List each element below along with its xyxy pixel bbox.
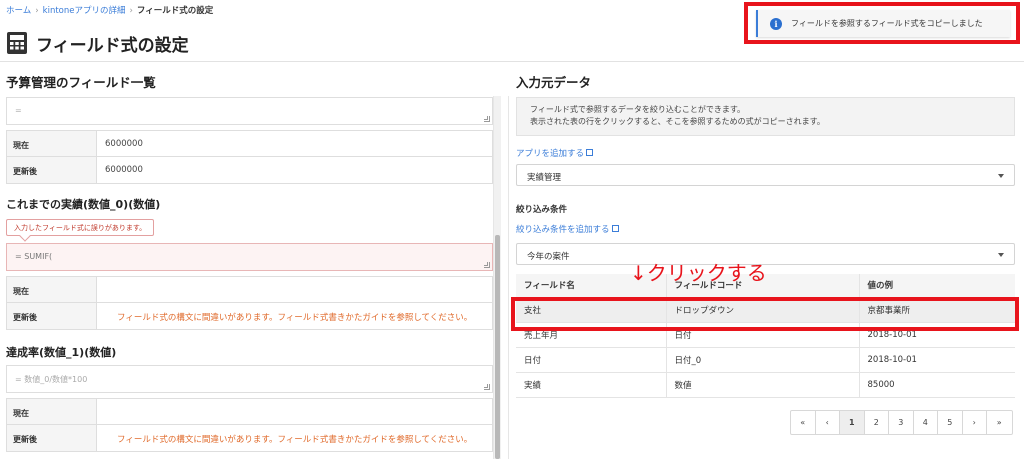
- pager-first-button[interactable]: «: [791, 411, 816, 434]
- formula-text: =: [15, 106, 22, 115]
- filter-label: 絞り込み条件: [516, 205, 568, 215]
- field-heading-3: 達成率(数値_1)(数値): [6, 346, 117, 359]
- row-value: [97, 399, 492, 424]
- right-panel-heading: 入力元データ: [516, 75, 592, 90]
- table-cell: 2018-10-01: [859, 322, 1015, 348]
- field-heading-2: これまでの実績(数値_0)(数値): [6, 198, 161, 211]
- resize-handle-icon[interactable]: [484, 384, 490, 390]
- table-row[interactable]: 売上年月 日付 2018-10-01: [516, 322, 1015, 348]
- header-divider: [0, 61, 1024, 62]
- description-box: フィールド式で参照するデータを絞り込むことができます。 表示された表の行をクリッ…: [516, 97, 1015, 136]
- row-value: 6000000: [105, 139, 143, 149]
- formula-input-3[interactable]: = 数値_0/数値*100: [6, 365, 493, 393]
- toast-highlight-box: [744, 2, 1020, 44]
- source-data-table: フィールド名 フィールドコード 値の例 支社 ドロップダウン 京都事業所 売上年…: [516, 274, 1015, 398]
- row-label: 更新後: [7, 303, 97, 329]
- breadcrumb-current: フィールド式の設定: [136, 6, 214, 16]
- description-line: 表示された表の行をクリックすると、そこを参照するための式がコピーされます。: [530, 117, 825, 126]
- formula-input-1[interactable]: =: [6, 97, 493, 125]
- add-filter-link[interactable]: 絞り込み条件を追加する: [516, 223, 619, 235]
- pager-page-2[interactable]: 2: [865, 411, 889, 434]
- table-row: 更新後 6000000: [7, 157, 492, 183]
- table-row: 現在 6000000: [7, 131, 492, 157]
- table-row: 更新後 フィールド式の構文に間違いがあります。フィールド式書きかたガイドを参照して…: [7, 303, 492, 329]
- table-cell: 京都事業所: [859, 297, 1015, 323]
- pager-page-4[interactable]: 4: [914, 411, 938, 434]
- chevron-down-icon: [998, 174, 1004, 178]
- pager-page-5[interactable]: 5: [938, 411, 963, 434]
- formula-input-2[interactable]: = SUMIF(: [6, 243, 493, 271]
- pager-last-button[interactable]: »: [987, 411, 1012, 434]
- table-cell: 数値: [666, 372, 860, 398]
- table-row: 現在: [7, 399, 492, 425]
- left-panel-heading: 予算管理のフィールド一覧: [6, 75, 156, 90]
- breadcrumb-separator: ›: [129, 6, 133, 16]
- table-cell: 支社: [516, 297, 667, 323]
- row-value: [97, 277, 492, 302]
- row-label: 更新後: [7, 157, 97, 183]
- value-table-2: 現在 更新後 フィールド式の構文に間違いがあります。フィールド式書きかたガイドを参…: [6, 276, 493, 330]
- column-header: 値の例: [859, 274, 1015, 298]
- breadcrumb-detail-link[interactable]: kintoneアプリの詳細: [43, 6, 126, 16]
- pager-page-3[interactable]: 3: [889, 411, 914, 434]
- row-label: 現在: [7, 277, 97, 302]
- table-cell: 85000: [859, 372, 1015, 398]
- table-row: 更新後 フィールド式の構文に間違いがあります。フィールド式書きかたガイドを参照して…: [7, 425, 492, 451]
- breadcrumb-separator: ›: [35, 6, 39, 16]
- app-select[interactable]: 実績管理: [516, 164, 1015, 186]
- chevron-down-icon: [998, 253, 1004, 257]
- calculator-icon: [7, 32, 27, 54]
- pager-page-1[interactable]: 1: [840, 411, 865, 434]
- row-error-value: フィールド式の構文に間違いがあります。フィールド式書きかたガイドを参照してくださ…: [117, 313, 473, 323]
- click-annotation: ↓クリックする: [630, 261, 767, 285]
- pagination: « ‹ 1 2 3 4 5 › »: [790, 410, 1013, 435]
- link-text: 絞り込み条件を追加する: [516, 225, 610, 235]
- row-label: 現在: [7, 399, 97, 424]
- resize-handle-icon[interactable]: [484, 262, 490, 268]
- table-row: 現在: [7, 277, 492, 303]
- formula-text: = SUMIF(: [15, 252, 53, 261]
- table-cell: 日付_0: [666, 347, 860, 373]
- table-cell: 売上年月: [516, 322, 667, 348]
- table-cell: 実績: [516, 372, 667, 398]
- table-cell: ドロップダウン: [666, 297, 860, 323]
- row-label: 現在: [7, 131, 97, 156]
- select-value: 実績管理: [527, 173, 562, 183]
- scrollbar-thumb[interactable]: [495, 235, 500, 459]
- description-line: フィールド式で参照するデータを絞り込むことができます。: [530, 105, 746, 114]
- table-row[interactable]: 日付 日付_0 2018-10-01: [516, 347, 1015, 373]
- add-app-link[interactable]: アプリを追加する: [516, 147, 594, 159]
- table-cell: 日付: [516, 347, 667, 373]
- breadcrumb: ホーム › kintoneアプリの詳細 › フィールド式の設定: [6, 4, 213, 16]
- external-link-icon: [586, 149, 594, 156]
- page-header: フィールド式の設定: [6, 28, 189, 58]
- page-title: フィールド式の設定: [36, 35, 189, 56]
- resize-handle-icon[interactable]: [484, 116, 490, 122]
- external-link-icon: [611, 225, 619, 232]
- error-tooltip: 入力したフィールド式に誤りがあります。: [6, 219, 155, 236]
- row-error-value: フィールド式の構文に間違いがあります。フィールド式書きかたガイドを参照してくださ…: [117, 435, 473, 445]
- breadcrumb-home-link[interactable]: ホーム: [6, 6, 31, 16]
- table-cell: 日付: [666, 322, 860, 348]
- table-row[interactable]: 支社 ドロップダウン 京都事業所: [516, 297, 1015, 323]
- formula-text: = 数値_0/数値*100: [15, 375, 88, 384]
- value-table-1: 現在 6000000 更新後 6000000: [6, 130, 493, 184]
- link-text: アプリを追加する: [516, 149, 585, 159]
- pager-next-button[interactable]: ›: [963, 411, 987, 434]
- row-value: 6000000: [105, 165, 143, 175]
- row-label: 更新後: [7, 425, 97, 451]
- value-table-3: 現在 更新後 フィールド式の構文に間違いがあります。フィールド式書きかたガイドを参…: [6, 398, 493, 452]
- table-row[interactable]: 実績 数値 85000: [516, 372, 1015, 398]
- table-cell: 2018-10-01: [859, 347, 1015, 373]
- select-value: 今年の案件: [527, 252, 570, 262]
- pager-prev-button[interactable]: ‹: [816, 411, 840, 434]
